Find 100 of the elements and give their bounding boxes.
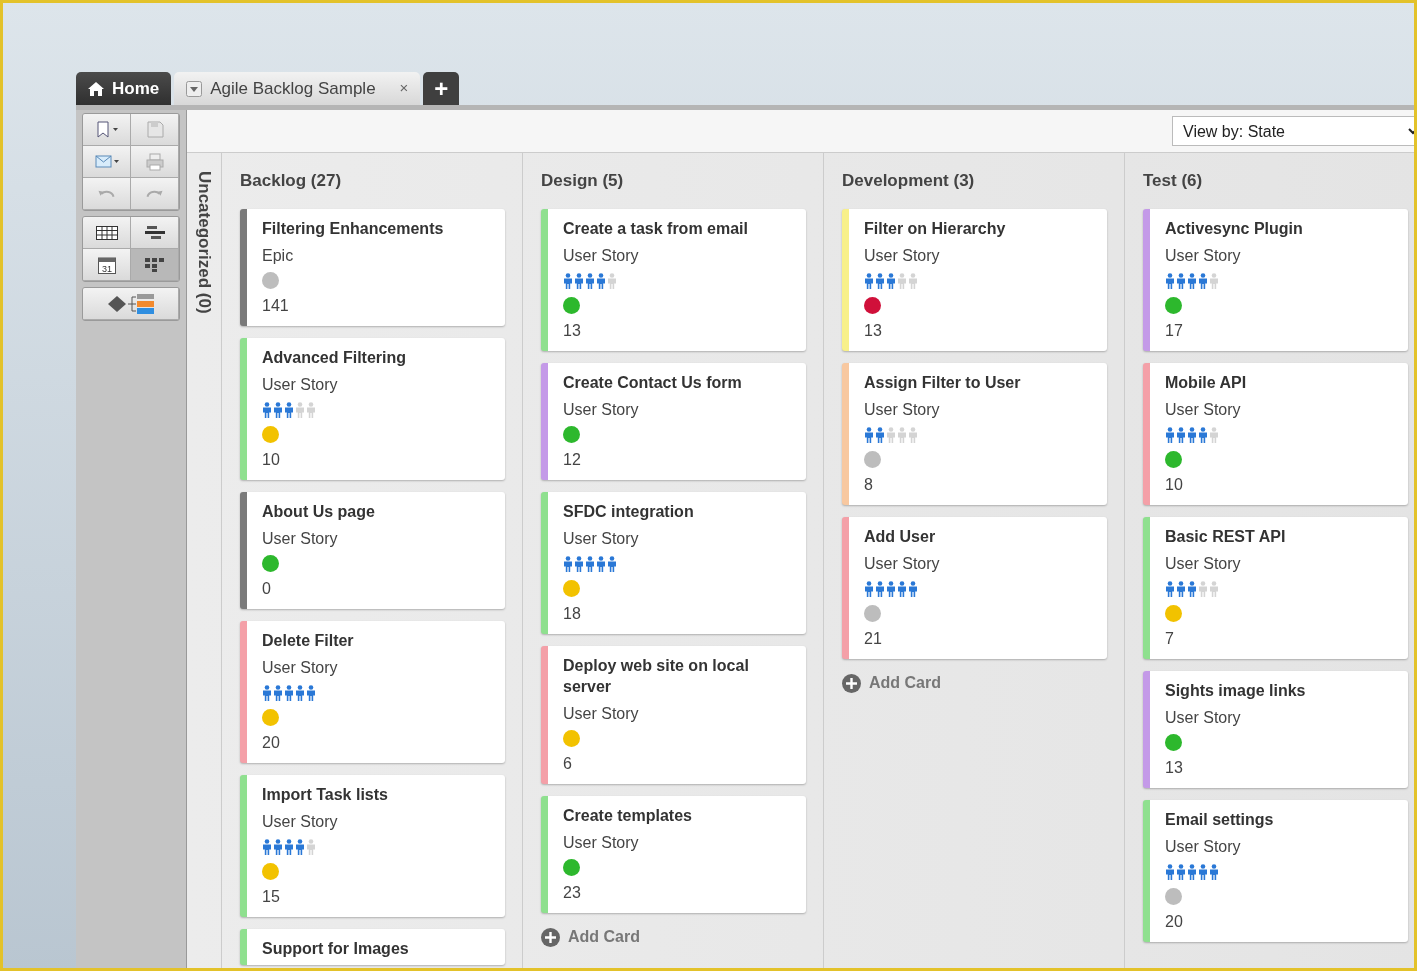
person-icon [1198,580,1208,597]
person-icon [1165,272,1175,289]
person-icon [1165,863,1175,880]
person-icon [1209,580,1219,597]
card-type: User Story [563,400,640,420]
person-icon [1187,272,1197,289]
person-icon [1165,580,1175,597]
person-icon [563,555,573,572]
person-icon [607,555,617,572]
view-button[interactable]: 31 [83,249,131,281]
person-icon [1176,863,1186,880]
column-title: Test (6) [1143,170,1203,193]
person-icon [1198,272,1208,289]
person-icon [607,272,617,289]
person-icon [284,401,294,418]
person-icon [574,272,584,289]
card-title: Add User [864,527,937,547]
person-icon [295,684,305,701]
person-icon [306,401,316,418]
toolbar-button[interactable] [83,114,131,146]
card-title: Assign Filter to User [864,373,1022,393]
person-icon [1187,426,1197,443]
mail-icon [94,152,119,171]
view-button[interactable] [131,217,179,249]
person-icon [1187,863,1197,880]
card-number: 13 [864,321,883,341]
card-title: Email settings [1165,810,1275,830]
card-title: Import Task lists [262,785,389,805]
card-title: SFDC integration [563,502,695,522]
card-number: 10 [262,450,281,470]
toolbar-button[interactable] [131,146,179,178]
person-icon [596,272,606,289]
card-type: User Story [864,554,941,574]
add-card-button[interactable]: Add Card [842,671,941,695]
save-icon [145,120,164,139]
add-tab-button[interactable]: + [423,72,460,105]
person-icon [574,555,584,572]
person-icon [273,684,283,701]
card-title: Create Contact Us form [563,373,743,393]
person-icon [295,401,305,418]
card-type: User Story [262,529,339,549]
card-type: User Story [262,375,339,395]
card-type: User Story [1165,708,1242,728]
column-title: Development (3) [842,170,975,193]
person-icon [886,272,896,289]
person-icon [585,272,595,289]
person-icon [908,426,918,443]
card-title: Mobile API [1165,373,1248,393]
person-icon [585,555,595,572]
column-title: Backlog (27) [240,170,342,193]
card-type: User Story [864,400,941,420]
undo-icon [98,189,115,198]
person-icon [1209,863,1219,880]
toolbar-button[interactable] [83,146,131,178]
card-title: Delete Filter [262,631,355,651]
person-icon [284,684,294,701]
person-icon [875,580,885,597]
card-title: Support for Images [262,939,410,959]
card-type: User Story [1165,400,1242,420]
card-number: 21 [864,629,883,649]
card-title: Activesync Plugin [1165,219,1304,239]
card-type: User Story [1165,246,1242,266]
document-tab[interactable]: Agile Backlog Sample × [174,72,421,105]
card-number: 23 [563,883,582,903]
card-number: 12 [563,450,582,470]
dropdown-icon [186,80,203,97]
table-icon [95,225,118,240]
home-tab[interactable]: Home [76,72,172,105]
card-title: Filtering Enhancements [262,219,445,239]
toolbar-button[interactable] [83,178,131,210]
person-icon [273,838,283,855]
view-button[interactable] [83,217,131,249]
close-button[interactable]: × [399,77,409,100]
card-number: 13 [563,321,582,341]
column-title: Uncategorized (0) [193,171,215,314]
card-title: Basic REST API [1165,527,1287,547]
toolbar-button[interactable] [131,114,179,146]
card-grid-icon [144,257,165,272]
person-icon [908,580,918,597]
card-type: User Story [563,833,640,853]
person-icon [875,426,885,443]
person-icon [1176,580,1186,597]
hierarchy-button[interactable] [83,288,179,320]
card-title: Deploy web site on local server [563,656,750,697]
plus-circle-icon [541,927,560,947]
card-type: User Story [864,246,941,266]
toolbar-button[interactable] [131,178,179,210]
add-card-button[interactable]: Add Card [541,925,640,949]
printer-icon [145,152,164,171]
person-icon [596,555,606,572]
card-number: 17 [1165,321,1184,341]
plus-circle-icon [842,673,861,693]
card-title: About Us page [262,502,376,522]
view-by-select[interactable]: View by: State [1172,116,1414,146]
card-type: User Story [563,704,640,724]
card-number: 13 [1165,758,1184,778]
redo-icon [146,189,163,198]
person-icon [897,272,907,289]
card-type: User Story [1165,837,1242,857]
card-title: Sights image links [1165,681,1307,701]
